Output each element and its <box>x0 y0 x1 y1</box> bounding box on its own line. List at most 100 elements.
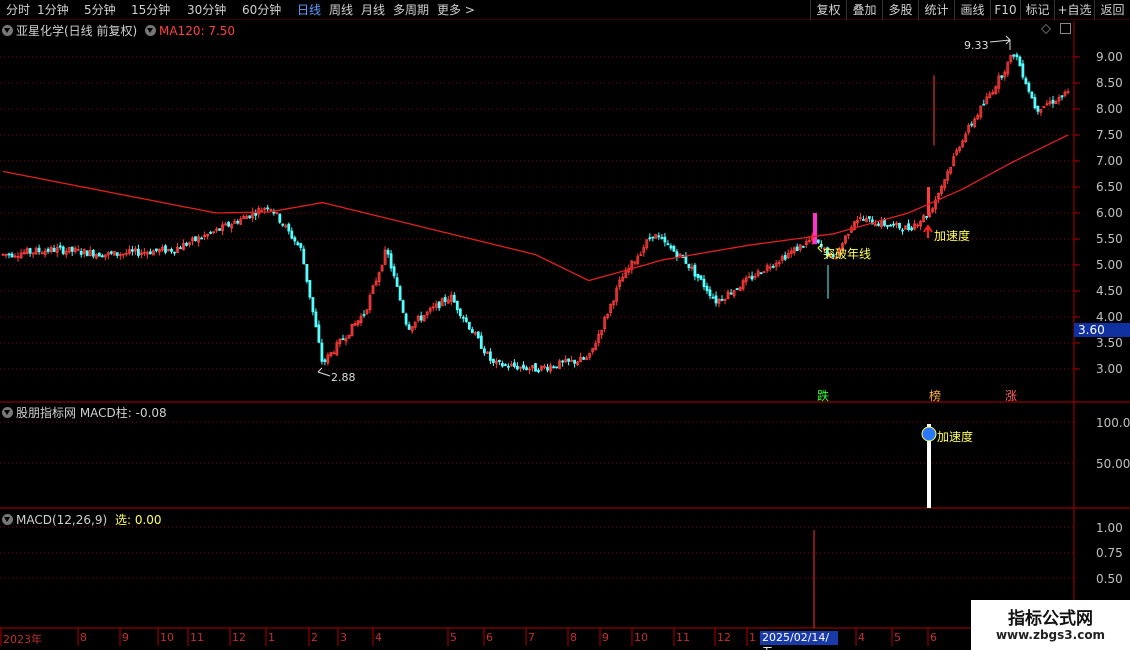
breakout-bar <box>813 213 817 245</box>
candle-body <box>70 246 74 252</box>
candle-body <box>573 359 576 364</box>
candle-body <box>503 364 507 367</box>
candle-body <box>1030 91 1034 99</box>
candle-body <box>1027 82 1031 92</box>
candle-body <box>663 236 667 243</box>
window-toggle-icon[interactable] <box>1060 23 1071 34</box>
candle-body <box>759 272 763 275</box>
candle-body <box>476 331 480 339</box>
collapse-icon[interactable] <box>2 514 13 525</box>
indicator-y-tick: 50.00 <box>1096 457 1130 471</box>
x-tick-label: 10 <box>634 631 648 644</box>
x-tick-label: 6 <box>486 631 493 644</box>
candle-body <box>386 249 390 255</box>
indicator-title: 股朋指标网 MACD柱: -0.08 <box>16 406 167 420</box>
high-price-label: 9.33 <box>964 39 989 52</box>
candle-body <box>109 251 113 254</box>
watermark-logo: 指标公式网 www.zbgs3.com <box>971 600 1130 650</box>
candle-body <box>341 338 345 341</box>
candle-body <box>886 224 889 227</box>
candle-body <box>1024 78 1028 85</box>
candle-body <box>407 324 411 330</box>
candle-body <box>254 212 258 216</box>
grid-lines <box>0 21 1130 646</box>
candle-body <box>672 245 676 252</box>
candle-body <box>320 342 324 362</box>
collapse-icon[interactable] <box>2 407 13 418</box>
candle-body <box>470 329 474 334</box>
candle-body <box>200 237 204 240</box>
x-tick-label: 4 <box>858 631 865 644</box>
candle-body <box>868 216 871 219</box>
indicator-panel-title-row: 股朋指标网 MACD柱: -0.08 <box>2 404 167 421</box>
main-y-tick: 4.50 <box>1096 284 1123 298</box>
candle-body <box>862 218 865 221</box>
candle-body <box>1021 63 1025 78</box>
candle-body <box>437 301 441 309</box>
candle-body <box>714 295 718 304</box>
candle-body <box>314 311 318 328</box>
candle-body <box>389 253 393 269</box>
candle-body <box>1060 95 1064 98</box>
candle-body <box>525 367 528 371</box>
x-tick-label: 2 <box>311 631 318 644</box>
candle-body <box>455 300 459 311</box>
candle-body <box>660 237 664 239</box>
candle-body <box>907 223 910 231</box>
x-tick-label: 9 <box>122 631 129 644</box>
candle-body <box>28 248 32 254</box>
candle-body <box>657 235 661 238</box>
macd-sel-value: 选: 0.00 <box>114 513 162 527</box>
candle-body <box>461 316 465 319</box>
candle-body <box>546 366 549 371</box>
watermark-url: www.zbgs3.com <box>995 628 1106 642</box>
x-tick-label: 12 <box>717 631 731 644</box>
indicator-bars <box>813 424 937 628</box>
candle-body <box>46 248 50 252</box>
candle-body <box>491 358 495 363</box>
main-y-tick: 3.00 <box>1096 362 1123 376</box>
candle-body <box>705 285 709 292</box>
breakout-annotation: 突破年线 <box>823 247 872 261</box>
candle-body <box>452 294 456 303</box>
dropdown-icon[interactable] <box>145 25 157 36</box>
stock-title: 亚星化学(日线 前复权) <box>16 24 138 38</box>
candle-body <box>317 324 321 343</box>
candle-body <box>179 247 182 250</box>
candle-body <box>497 359 501 362</box>
x-tick-label: 3 <box>340 631 347 644</box>
x-tick-label: 6 <box>930 631 937 644</box>
candle-body <box>555 366 558 369</box>
candle-body <box>892 223 895 226</box>
candle-body <box>925 215 928 218</box>
candle-body <box>684 255 688 264</box>
collapse-icon[interactable] <box>2 25 13 36</box>
kline-chart[interactable] <box>0 0 1130 650</box>
candle-body <box>708 289 712 297</box>
candle-body <box>1036 105 1040 112</box>
candle-body <box>651 236 655 239</box>
candle-body <box>750 275 754 280</box>
candle-body <box>648 237 652 240</box>
candle-body <box>1012 54 1016 57</box>
candle-body <box>693 264 697 277</box>
candle-body <box>513 362 516 367</box>
candle-body <box>404 313 408 325</box>
candle-body <box>927 187 930 216</box>
candle-body <box>227 221 231 227</box>
candle-body <box>248 215 252 219</box>
candle-body <box>795 246 799 252</box>
candle-body <box>419 315 423 321</box>
candle-body <box>567 358 570 362</box>
candle-body <box>401 300 405 313</box>
candle-body <box>675 251 679 258</box>
candle-body <box>534 363 537 372</box>
x-tick-label: 11 <box>676 631 690 644</box>
candle-body <box>1015 54 1019 58</box>
x-tick-label: 10 <box>160 631 174 644</box>
candle-body <box>464 317 468 322</box>
x-tick-label: 1 <box>749 631 756 644</box>
candle-body <box>458 308 462 316</box>
candle-body <box>115 252 119 256</box>
candle-body <box>392 266 396 277</box>
